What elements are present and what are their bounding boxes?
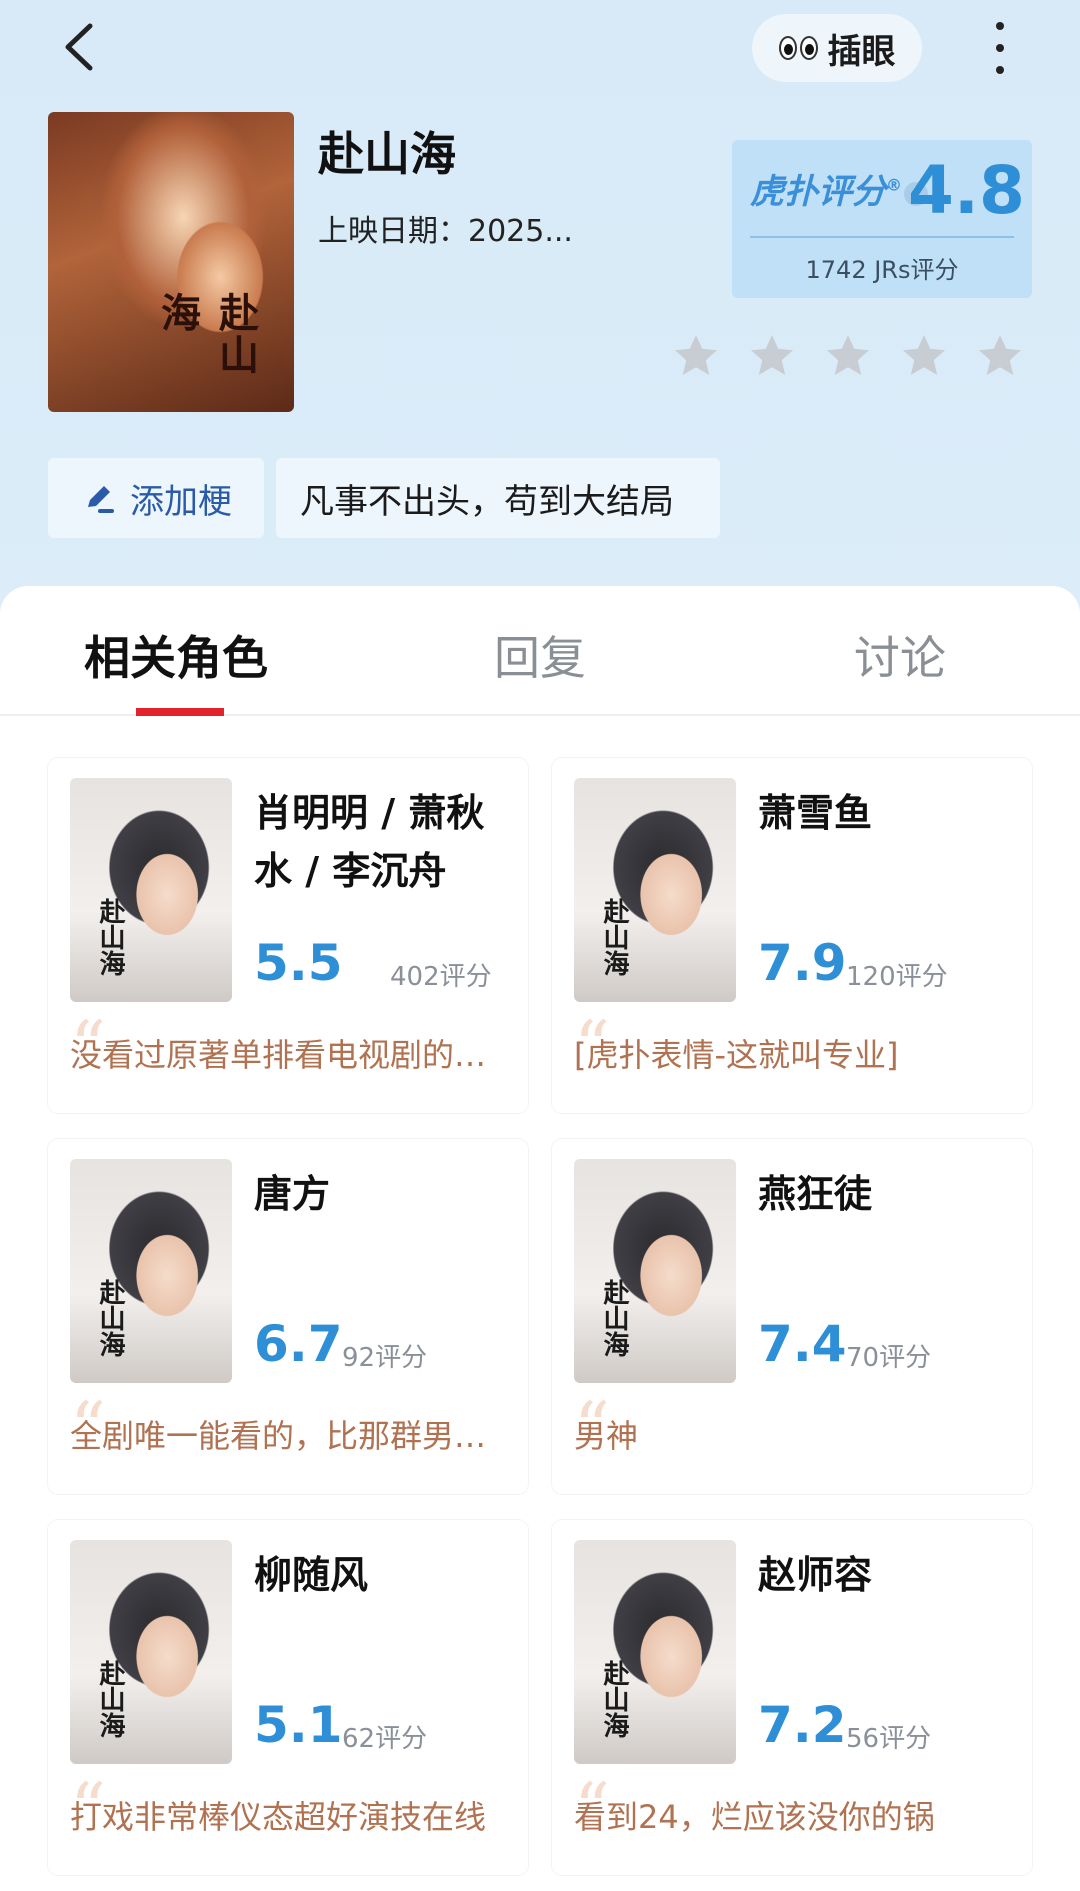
character-card[interactable]: 赴山海 萧雪鱼 7.9 120评分 “ [虎扑表情-这就叫专业] (552, 758, 1032, 1113)
score-brand: 虎扑评分® i (750, 164, 928, 213)
score-divider (750, 236, 1014, 238)
character-rating-count: 120评分 (846, 962, 948, 992)
character-top-comment: 没看过原著单排看电视剧的，这角色真是… (70, 1036, 510, 1074)
active-tab-indicator (136, 708, 224, 716)
character-poster-text: 赴山海 (599, 898, 629, 976)
character-card[interactable]: 赴山海 燕狂徒 7.4 70评分 “ 男神 (552, 1139, 1032, 1494)
character-card[interactable]: 赴山海 肖明明 / 萧秋水 / 李沉舟 5.5 402评分 “ 没看过原著单排看… (48, 758, 528, 1113)
character-poster-text: 赴山海 (95, 1279, 125, 1357)
character-poster: 赴山海 (70, 1159, 232, 1383)
star-icon[interactable] (824, 332, 872, 380)
character-poster-text: 赴山海 (95, 898, 125, 976)
character-score: 7.4 (758, 1315, 847, 1373)
meme-tag[interactable]: 凡事不出头，苟到大结局 (276, 458, 720, 538)
character-rating-count: 402评分 (390, 962, 492, 992)
character-name: 肖明明 / 萧秋水 / 李沉舟 (254, 791, 485, 893)
character-score: 5.5 (254, 934, 343, 992)
eyes-icon (778, 36, 818, 60)
character-rating-count: 70评分 (846, 1343, 932, 1373)
back-arrow-icon[interactable] (58, 22, 108, 72)
character-poster-text: 赴山海 (599, 1279, 629, 1357)
plug-eye-button[interactable]: 插眼 (752, 14, 922, 82)
character-poster: 赴山海 (70, 778, 232, 1002)
character-poster: 赴山海 (574, 1540, 736, 1764)
character-name: 萧雪鱼 (758, 791, 873, 835)
character-name: 燕狂徒 (758, 1172, 873, 1216)
character-top-comment: [虎扑表情-这就叫专业] (574, 1036, 899, 1074)
star-icon[interactable] (672, 332, 720, 380)
character-rating-count: 62评分 (342, 1724, 428, 1754)
tab-replies[interactable]: 回复 (494, 622, 586, 688)
more-options-icon[interactable] (985, 18, 1015, 78)
character-score: 7.2 (758, 1696, 847, 1754)
character-top-comment: 男神 (574, 1417, 639, 1455)
show-title: 赴山海 (318, 127, 456, 181)
star-icon[interactable] (976, 332, 1024, 380)
character-score: 7.9 (758, 934, 847, 992)
character-card[interactable]: 赴山海 赵师容 7.2 56评分 “ 看到24，烂应该没你的锅 (552, 1520, 1032, 1875)
score-count: 1742 JRs评分 (805, 256, 959, 284)
star-icon[interactable] (900, 332, 948, 380)
tab-bar: 相关角色 回复 讨论 (0, 586, 1080, 716)
score-box: 虎扑评分® i 4.8 1742 JRs评分 (732, 140, 1032, 298)
character-top-comment: 全剧唯一能看的，比那群男的强多了 (70, 1417, 510, 1455)
character-poster: 赴山海 (574, 1159, 736, 1383)
character-score: 6.7 (254, 1315, 343, 1373)
tab-discussion[interactable]: 讨论 (854, 622, 946, 688)
character-poster-text: 赴山海 (599, 1660, 629, 1738)
character-rating-count: 92评分 (342, 1343, 428, 1373)
character-name: 柳随风 (254, 1553, 369, 1597)
character-poster: 赴山海 (574, 778, 736, 1002)
character-score: 5.1 (254, 1696, 343, 1754)
add-meme-label: 添加梗 (130, 481, 232, 522)
character-name: 唐方 (254, 1172, 331, 1216)
show-poster: 赴山海 (48, 112, 294, 412)
meme-tag-label: 凡事不出头，苟到大结局 (300, 481, 674, 522)
character-poster: 赴山海 (70, 1540, 232, 1764)
poster-title: 赴山海 (154, 292, 259, 376)
character-name: 赵师容 (758, 1553, 873, 1597)
pencil-icon (88, 486, 114, 513)
character-card[interactable]: 赴山海 柳随风 5.1 62评分 “ 打戏非常棒仪态超好演技在线 (48, 1520, 528, 1875)
character-poster-text: 赴山海 (95, 1660, 125, 1738)
star-icon[interactable] (748, 332, 796, 380)
score-value: 4.8 (908, 152, 1025, 229)
character-top-comment: 看到24，烂应该没你的锅 (574, 1798, 935, 1836)
tab-related-characters[interactable]: 相关角色 (84, 622, 268, 688)
character-top-comment: 打戏非常棒仪态超好演技在线 (70, 1798, 487, 1836)
content-panel: 相关角色 回复 讨论 赴山海 肖明明 / 萧秋水 / 李沉舟 5.5 402评分… (0, 586, 1080, 1891)
character-card[interactable]: 赴山海 唐方 6.7 92评分 “ 全剧唯一能看的，比那群男的强多了 (48, 1139, 528, 1494)
rating-stars[interactable] (672, 332, 1024, 380)
add-meme-button[interactable]: 添加梗 (48, 458, 264, 538)
release-date: 上映日期：2025... (318, 214, 573, 249)
score-brand-label: 虎扑评分 (750, 172, 886, 212)
plug-eye-label: 插眼 (827, 31, 896, 72)
character-rating-count: 56评分 (846, 1724, 932, 1754)
